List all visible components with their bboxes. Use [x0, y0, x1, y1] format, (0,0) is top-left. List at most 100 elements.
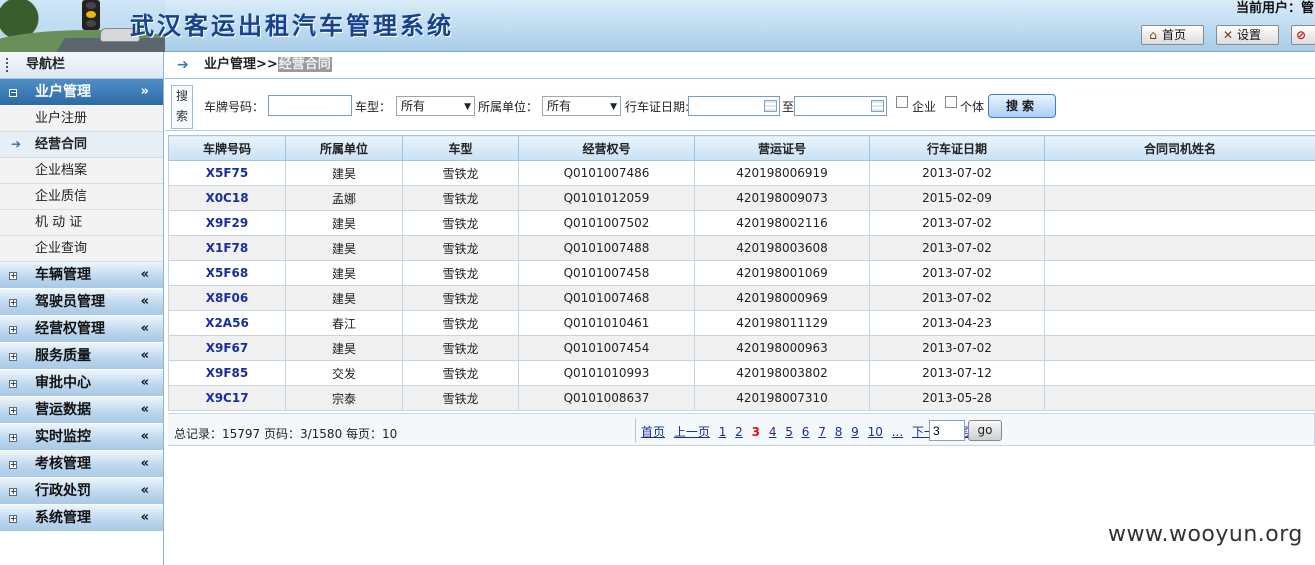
- table-cell: 建昊: [285, 285, 403, 311]
- enterprise-checkbox[interactable]: [896, 96, 908, 108]
- home-button[interactable]: ⌂ 首页: [1141, 25, 1204, 45]
- sidebar-group-license[interactable]: + 经营权管理 «: [0, 316, 163, 343]
- table-cell: 2013-07-02: [869, 210, 1045, 236]
- plate-link[interactable]: X5F75: [168, 160, 286, 186]
- chevron-left-icon: «: [140, 294, 149, 309]
- table-cell: 雪铁龙: [402, 235, 519, 261]
- page-link[interactable]: 1: [719, 425, 727, 439]
- column-header[interactable]: 车型: [402, 135, 519, 161]
- model-select[interactable]: 所有 ▼: [396, 96, 475, 116]
- page-link[interactable]: 6: [802, 425, 810, 439]
- expand-icon: +: [9, 460, 17, 469]
- chevron-left-icon: «: [140, 321, 149, 336]
- sidebar-title: 导航栏: [0, 52, 163, 79]
- date-to-label: 至: [782, 100, 795, 114]
- plate-link[interactable]: X0C18: [168, 185, 286, 211]
- date-label: 行车证日期:: [625, 100, 690, 114]
- plate-link[interactable]: X9F85: [168, 360, 286, 386]
- sidebar-item-archive[interactable]: 企业档案: [0, 158, 163, 184]
- table-cell: [1044, 360, 1315, 386]
- column-header[interactable]: 营运证号: [694, 135, 870, 161]
- chevron-left-icon: «: [140, 348, 149, 363]
- goto-page-input[interactable]: [929, 420, 965, 441]
- search-panel-tag: 搜索: [171, 85, 193, 129]
- table-cell: Q0101007458: [518, 260, 695, 286]
- sidebar-group-service[interactable]: + 服务质量 «: [0, 343, 163, 370]
- sidebar-group-approval[interactable]: + 审批中心 «: [0, 370, 163, 397]
- plate-input[interactable]: [268, 95, 352, 116]
- date-to-input[interactable]: [794, 96, 887, 116]
- individual-label: 个体: [960, 100, 985, 114]
- page-link[interactable]: 5: [785, 425, 793, 439]
- search-button[interactable]: 搜索: [988, 94, 1056, 118]
- calendar-icon[interactable]: [871, 100, 884, 112]
- sidebar-group-penalty[interactable]: + 行政处罚 «: [0, 478, 163, 505]
- page-link[interactable]: 7: [818, 425, 826, 439]
- table-cell: 宗泰: [285, 385, 403, 411]
- plate-link[interactable]: X5F68: [168, 260, 286, 286]
- settings-button[interactable]: ✕ 设置: [1216, 25, 1279, 45]
- table-cell: 2015-02-09: [869, 185, 1045, 211]
- table-cell: [1044, 210, 1315, 236]
- logout-button[interactable]: ⊘: [1291, 25, 1315, 45]
- current-user-label: 当前用户：管: [1236, 1, 1315, 16]
- sidebar-item-permit[interactable]: 机 动 证: [0, 210, 163, 236]
- table-cell: Q0101007502: [518, 210, 695, 236]
- chevron-left-icon: «: [140, 483, 149, 498]
- calendar-icon[interactable]: [764, 100, 777, 112]
- expand-icon: +: [9, 514, 17, 523]
- unit-label: 所属单位：: [478, 100, 539, 114]
- collapse-icon: −: [9, 88, 17, 97]
- plate-link[interactable]: X2A56: [168, 310, 286, 336]
- go-button[interactable]: go: [968, 420, 1002, 441]
- page-link[interactable]: 8: [835, 425, 843, 439]
- plate-link[interactable]: X9F29: [168, 210, 286, 236]
- table-cell: 建昊: [285, 335, 403, 361]
- plate-link[interactable]: X9F67: [168, 335, 286, 361]
- home-icon: ⌂: [1149, 28, 1157, 42]
- sidebar-item-register[interactable]: 业户注册: [0, 106, 163, 132]
- table-cell: [1044, 235, 1315, 261]
- plate-link[interactable]: X9C17: [168, 385, 286, 411]
- more-pages-link[interactable]: ...: [892, 425, 903, 439]
- sidebar-group-vehicle[interactable]: + 车辆管理 «: [0, 262, 163, 289]
- prev-page-link[interactable]: 上一页: [674, 425, 710, 439]
- table-cell: 2013-04-23: [869, 310, 1045, 336]
- page-link[interactable]: 4: [769, 425, 777, 439]
- sidebar-group-operations[interactable]: + 营运数据 «: [0, 397, 163, 424]
- breadcrumb-parent[interactable]: 业户管理>>: [204, 57, 278, 72]
- page-link[interactable]: 10: [868, 425, 883, 439]
- page-link[interactable]: 9: [851, 425, 859, 439]
- sidebar-group-monitor[interactable]: + 实时监控 «: [0, 424, 163, 451]
- sidebar-group-assessment[interactable]: + 考核管理 «: [0, 451, 163, 478]
- table-cell: 雪铁龙: [402, 310, 519, 336]
- pagination-stats: 总记录：15797 页码：3/1580 每页：10: [174, 427, 398, 441]
- unit-select[interactable]: 所有 ▼: [542, 96, 621, 116]
- arrow-right-icon: ➔: [11, 137, 22, 151]
- sidebar-group-driver[interactable]: + 驾驶员管理 «: [0, 289, 163, 316]
- plate-link[interactable]: X1F78: [168, 235, 286, 261]
- table-row: X5F68 建昊 雪铁龙 Q0101007458 420198001069 2013-07…: [168, 260, 1315, 286]
- table-cell: 雪铁龙: [402, 210, 519, 236]
- expand-icon: +: [9, 298, 17, 307]
- table-cell: Q0101007486: [518, 160, 695, 186]
- column-header[interactable]: 行车证日期: [869, 135, 1045, 161]
- first-page-link[interactable]: 首页: [641, 425, 665, 439]
- sidebar-item-contract[interactable]: ➔ 经营合同: [0, 132, 163, 158]
- sidebar-group-system[interactable]: + 系统管理 «: [0, 505, 163, 532]
- expand-icon: +: [9, 271, 17, 280]
- column-header[interactable]: 合同司机姓名: [1044, 135, 1315, 161]
- page-link[interactable]: 2: [735, 425, 743, 439]
- column-header[interactable]: 车牌号码: [168, 135, 286, 161]
- individual-checkbox[interactable]: [945, 96, 957, 108]
- expand-icon: +: [9, 325, 17, 334]
- table-cell: 420198001069: [694, 260, 870, 286]
- sidebar-group-business[interactable]: − 业户管理 »: [0, 79, 163, 106]
- date-from-input[interactable]: [688, 96, 780, 116]
- column-header[interactable]: 所属单位: [285, 135, 403, 161]
- expand-icon: +: [9, 352, 17, 361]
- sidebar-item-credit[interactable]: 企业质信: [0, 184, 163, 210]
- sidebar-item-query[interactable]: 企业查询: [0, 236, 163, 262]
- column-header[interactable]: 经营权号: [518, 135, 695, 161]
- plate-link[interactable]: X8F06: [168, 285, 286, 311]
